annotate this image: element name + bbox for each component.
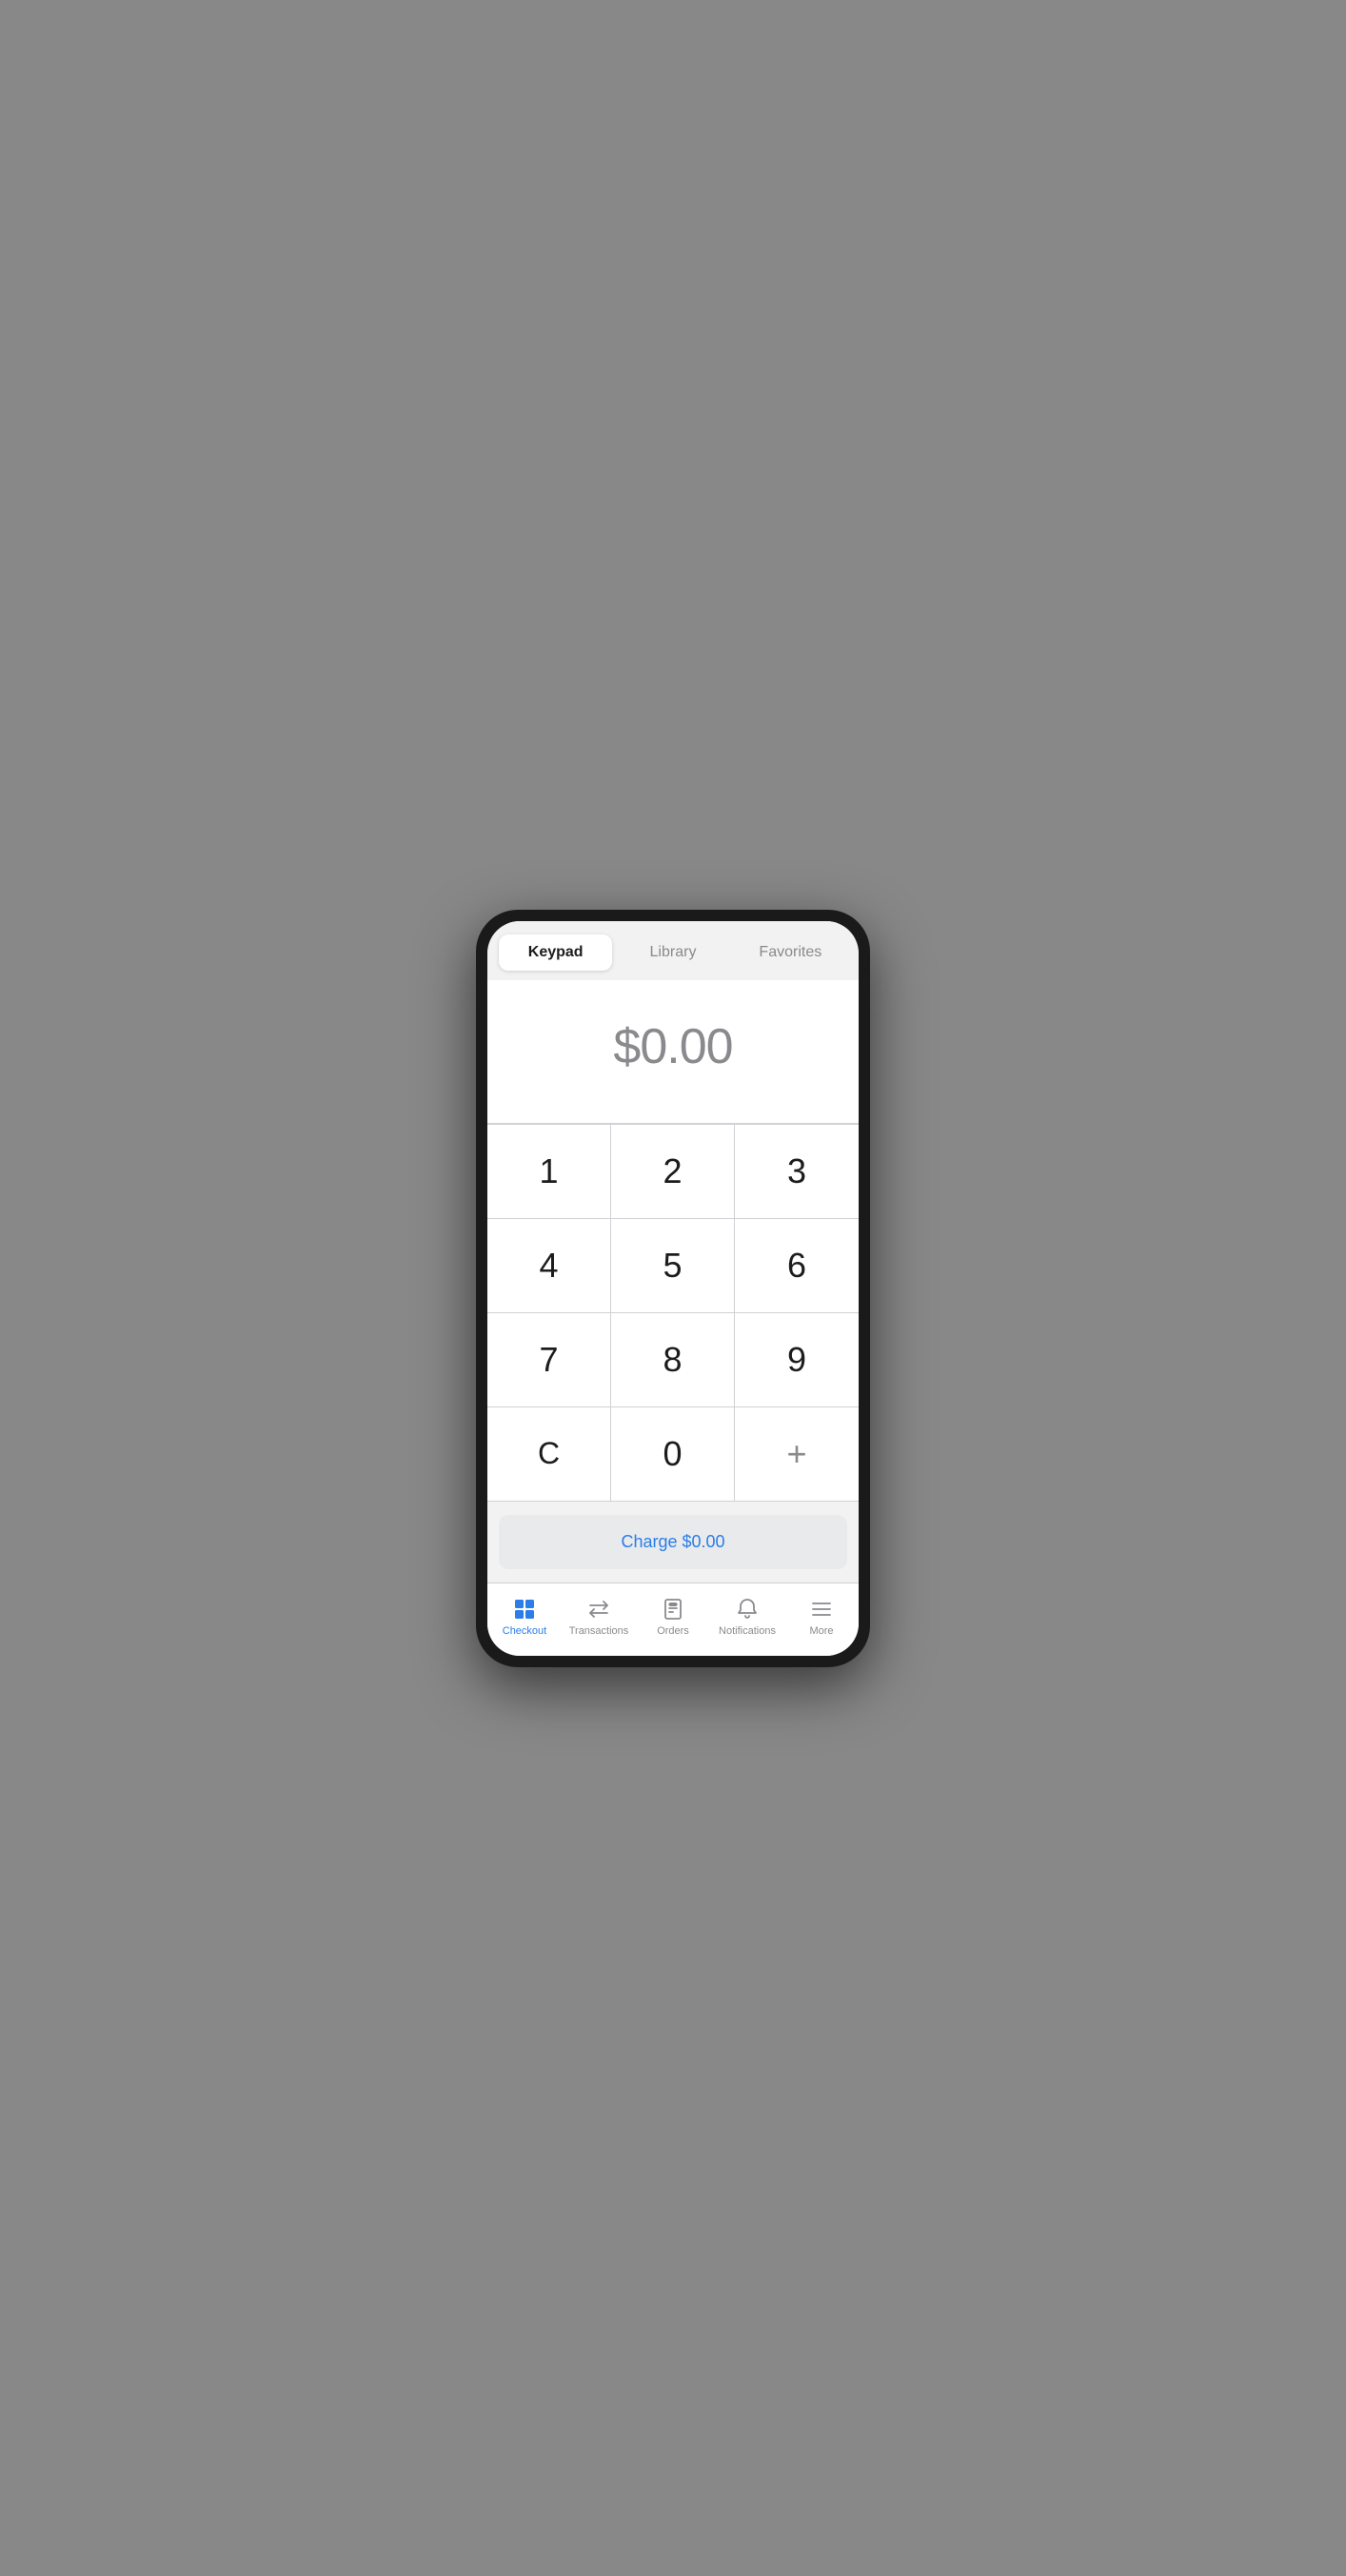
nav-checkout[interactable]: Checkout [487,1593,562,1641]
nav-orders[interactable]: Orders [636,1593,710,1641]
tab-favorites[interactable]: Favorites [734,934,847,971]
key-plus[interactable]: + [735,1407,859,1501]
nav-transactions[interactable]: Transactions [562,1593,636,1641]
more-icon [809,1597,834,1622]
top-tab-bar: Keypad Library Favorites [487,921,859,980]
nav-checkout-label: Checkout [503,1625,546,1637]
key-3[interactable]: 3 [735,1125,859,1219]
key-1[interactable]: 1 [487,1125,611,1219]
checkout-icon [512,1597,537,1622]
key-clear[interactable]: C [487,1407,611,1501]
nav-notifications[interactable]: Notifications [710,1593,784,1641]
phone-screen: Keypad Library Favorites $0.00 1 2 3 4 5… [487,921,859,1656]
orders-icon [661,1597,685,1622]
charge-section: Charge $0.00 [487,1501,859,1583]
key-5[interactable]: 5 [611,1219,735,1313]
notifications-icon [735,1597,760,1622]
nav-transactions-label: Transactions [569,1625,629,1637]
charge-button[interactable]: Charge $0.00 [499,1515,847,1569]
amount-section: $0.00 [487,980,859,1124]
key-6[interactable]: 6 [735,1219,859,1313]
nav-orders-label: Orders [657,1625,689,1637]
phone-container: Keypad Library Favorites $0.00 1 2 3 4 5… [476,910,870,1667]
tab-library[interactable]: Library [616,934,729,971]
nav-notifications-label: Notifications [719,1625,776,1637]
keypad-grid: 1 2 3 4 5 6 7 8 9 C 0 + [487,1124,859,1501]
transactions-icon [586,1597,611,1622]
key-4[interactable]: 4 [487,1219,611,1313]
nav-more[interactable]: More [784,1593,859,1641]
bottom-nav: Checkout Transactions [487,1583,859,1656]
key-0[interactable]: 0 [611,1407,735,1501]
key-8[interactable]: 8 [611,1313,735,1407]
key-9[interactable]: 9 [735,1313,859,1407]
nav-more-label: More [809,1625,833,1637]
amount-display: $0.00 [613,1018,732,1075]
tab-keypad[interactable]: Keypad [499,934,612,971]
key-2[interactable]: 2 [611,1125,735,1219]
key-7[interactable]: 7 [487,1313,611,1407]
